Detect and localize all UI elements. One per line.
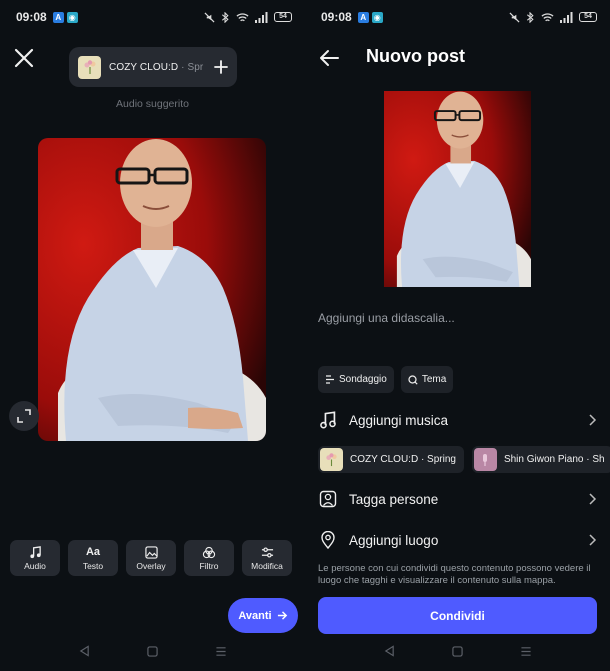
tag-people-label: Tagga persone bbox=[349, 491, 439, 507]
topic-search-icon bbox=[408, 374, 418, 385]
post-thumbnail[interactable] bbox=[384, 91, 531, 287]
expand-fullscreen-icon[interactable] bbox=[9, 401, 39, 431]
caption-input[interactable]: Aggiungi una didascalia... bbox=[318, 311, 455, 325]
album-cover-icon bbox=[78, 55, 101, 79]
music-suggestion-chip[interactable]: Shin Giwon Piano · Sh bbox=[471, 446, 610, 473]
next-button[interactable]: Avanti bbox=[228, 598, 298, 633]
nav-back-icon[interactable] bbox=[384, 645, 395, 657]
app-notification-icon: A bbox=[52, 11, 64, 23]
app-notification-icon: ◉ bbox=[371, 11, 383, 23]
music-suggestion-title: COZY CLOU:D · Spring bbox=[350, 454, 456, 465]
system-nav-bar bbox=[305, 631, 610, 671]
post-photo-preview[interactable] bbox=[38, 138, 266, 441]
location-pin-icon bbox=[321, 531, 335, 549]
status-bar: 09:08 A ◉ 54 bbox=[0, 0, 305, 34]
tool-label: Overlay bbox=[136, 561, 166, 571]
music-note-icon bbox=[29, 545, 41, 558]
wifi-icon bbox=[541, 12, 554, 21]
suggested-audio-pill[interactable]: COZY CLOU:D · Spr bbox=[69, 47, 237, 87]
music-suggestions: COZY CLOU:D · Spring Shin Giwon Piano · … bbox=[318, 446, 610, 473]
add-music-label: Aggiungi musica bbox=[349, 412, 449, 428]
app-notification-icon: A bbox=[357, 11, 369, 23]
add-location-label: Aggiungi luogo bbox=[349, 532, 439, 548]
system-nav-bar bbox=[0, 631, 305, 671]
sliders-icon bbox=[261, 546, 273, 558]
app-notification-icon: ◉ bbox=[66, 11, 78, 23]
bluetooth-icon bbox=[526, 11, 534, 23]
portrait-photo bbox=[38, 138, 266, 441]
poll-lines-icon bbox=[326, 375, 334, 384]
tool-edit-button[interactable]: Modifica bbox=[242, 540, 292, 576]
add-location-row[interactable]: Aggiungi luogo bbox=[318, 525, 598, 555]
topic-chip-label: Tema bbox=[421, 374, 447, 385]
back-arrow-icon[interactable] bbox=[318, 47, 340, 69]
portrait-photo bbox=[384, 91, 531, 287]
share-button[interactable]: Condividi bbox=[318, 597, 597, 634]
tool-label: Audio bbox=[24, 561, 46, 571]
signal-icon bbox=[560, 11, 573, 23]
album-cover-icon bbox=[473, 448, 497, 471]
tool-label: Testo bbox=[82, 561, 104, 571]
signal-icon bbox=[255, 11, 268, 23]
close-icon[interactable] bbox=[12, 46, 36, 70]
tag-people-row[interactable]: Tagga persone bbox=[318, 484, 598, 514]
chevron-right-icon bbox=[589, 414, 597, 426]
tool-text-button[interactable]: Aa Testo bbox=[68, 540, 118, 576]
editing-tools-bar: Audio Aa Testo Overlay Filtro Modifica bbox=[10, 540, 292, 576]
audio-title: COZY CLOU:D bbox=[109, 61, 179, 73]
status-time: 09:08 bbox=[16, 10, 47, 24]
tool-audio-button[interactable]: Audio bbox=[10, 540, 60, 576]
caption-chips: Sondaggio Tema bbox=[318, 366, 454, 393]
audio-suggested-label: Audio suggerito bbox=[116, 98, 189, 110]
music-suggestion-title: Shin Giwon Piano · Sh bbox=[503, 454, 605, 465]
music-suggestion-chip[interactable]: COZY CLOU:D · Spring bbox=[318, 446, 464, 473]
nav-recents-icon[interactable] bbox=[215, 646, 227, 657]
chevron-right-icon bbox=[589, 534, 597, 546]
poll-chip[interactable]: Sondaggio bbox=[318, 366, 394, 393]
status-time: 09:08 bbox=[321, 10, 352, 24]
tool-label: Modifica bbox=[251, 561, 283, 571]
nav-home-icon[interactable] bbox=[146, 645, 158, 657]
mute-icon bbox=[509, 11, 520, 23]
nav-home-icon[interactable] bbox=[451, 645, 463, 657]
filter-circles-icon bbox=[202, 546, 216, 558]
topic-chip[interactable]: Tema bbox=[400, 366, 454, 393]
page-title: Nuovo post bbox=[366, 46, 465, 66]
add-music-row[interactable]: Aggiungi musica bbox=[318, 405, 598, 435]
music-note-icon bbox=[320, 411, 336, 429]
audio-pill-text: COZY CLOU:D · Spr bbox=[109, 62, 207, 73]
album-cover-icon bbox=[320, 448, 343, 471]
overlay-image-icon bbox=[144, 545, 158, 559]
tool-label: Filtro bbox=[199, 561, 219, 571]
status-bar: 09:08 A ◉ 54 bbox=[305, 0, 610, 34]
wifi-icon bbox=[236, 12, 249, 21]
poll-chip-label: Sondaggio bbox=[339, 374, 387, 385]
next-button-label: Avanti bbox=[238, 609, 272, 622]
battery-icon: 54 bbox=[579, 12, 597, 22]
chevron-right-icon bbox=[589, 493, 597, 505]
nav-recents-icon[interactable] bbox=[520, 646, 532, 657]
tool-filter-button[interactable]: Filtro bbox=[184, 540, 234, 576]
audio-subtitle: · Spr bbox=[178, 61, 204, 73]
bluetooth-icon bbox=[221, 11, 229, 23]
add-audio-plus-icon[interactable] bbox=[213, 59, 229, 75]
location-disclaimer: Le persone con cui condividi questo cont… bbox=[318, 563, 591, 586]
battery-icon: 54 bbox=[274, 12, 292, 22]
text-aa-icon: Aa bbox=[85, 546, 101, 558]
tag-person-icon bbox=[319, 490, 337, 508]
nav-back-icon[interactable] bbox=[79, 645, 90, 657]
new-post-screen: 09:08 A ◉ 54 Nuovo post Aggiungi una did… bbox=[305, 0, 610, 671]
tool-overlay-button[interactable]: Overlay bbox=[126, 540, 176, 576]
arrow-right-icon bbox=[277, 611, 287, 620]
mute-icon bbox=[204, 11, 215, 23]
story-editor-screen: 09:08 A ◉ 54 COZY CLOU:D · Spr Audio sug… bbox=[0, 0, 305, 671]
